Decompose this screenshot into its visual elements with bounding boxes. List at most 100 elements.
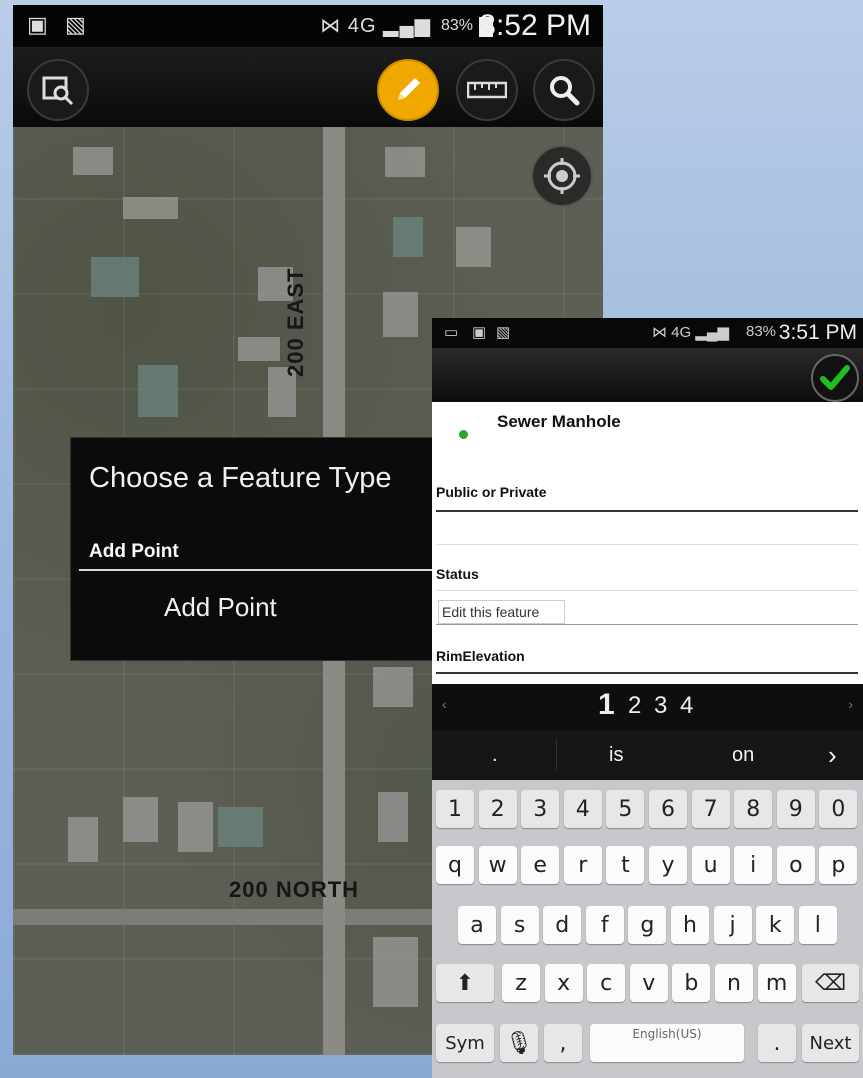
key-4[interactable]: 4: [563, 790, 602, 828]
building: [373, 667, 413, 707]
building: [393, 217, 423, 257]
key-y[interactable]: y: [649, 846, 687, 884]
key-0[interactable]: 0: [819, 790, 858, 828]
key-e[interactable]: e: [521, 846, 560, 884]
next-page-arrow[interactable]: ›: [848, 696, 853, 712]
key-q[interactable]: q: [436, 846, 474, 884]
key-s[interactable]: s: [500, 906, 539, 944]
status-bar: ▭ ▣ ▧ ⋈ 4G ▂▄▆ 83% 3:51 PM: [432, 318, 863, 348]
page-4[interactable]: 4: [680, 692, 693, 720]
crosshair-icon: [544, 158, 580, 194]
building: [218, 807, 263, 847]
building: [238, 337, 280, 361]
attribute-form: Sewer Manhole Public or Private Status E…: [432, 402, 863, 684]
field-divider: [436, 510, 858, 512]
prev-page-arrow[interactable]: ‹: [442, 696, 447, 712]
suggestion-2[interactable]: is: [609, 744, 623, 767]
field-label-rim-elevation: RimElevation: [436, 648, 525, 664]
key-2[interactable]: 2: [478, 790, 517, 828]
mic-icon[interactable]: 🎙: [500, 1024, 538, 1062]
building: [91, 257, 139, 297]
building: [73, 147, 113, 175]
key-g[interactable]: g: [628, 906, 667, 944]
action-bar: [432, 348, 863, 402]
key-v[interactable]: v: [629, 964, 668, 1002]
measure-button[interactable]: [456, 59, 518, 121]
building: [123, 197, 178, 219]
signal-icon: ⋈ 4G ▂▄▆: [652, 324, 730, 341]
space-key[interactable]: English(US): [590, 1024, 744, 1062]
clock: 3:51 PM: [778, 321, 857, 344]
map-search-button[interactable]: [27, 59, 89, 121]
building: [383, 292, 418, 337]
sym-key[interactable]: Sym: [436, 1024, 494, 1062]
locate-button[interactable]: [531, 145, 593, 207]
key-j[interactable]: j: [713, 906, 752, 944]
key-p[interactable]: p: [819, 846, 858, 884]
status-input[interactable]: Edit this feature: [438, 600, 565, 624]
suggestion-3[interactable]: on: [732, 744, 754, 767]
key-a[interactable]: a: [458, 906, 496, 944]
key-o[interactable]: o: [776, 846, 815, 884]
divider: [556, 740, 557, 770]
keyboard-page-bar: ‹ 1 2 3 4 ›: [432, 684, 863, 730]
key-5[interactable]: 5: [606, 790, 645, 828]
key-i[interactable]: i: [734, 846, 773, 884]
dialog-title: Choose a Feature Type: [89, 462, 392, 494]
key-r[interactable]: r: [563, 846, 602, 884]
save-feature-button[interactable]: [811, 354, 859, 402]
feature-symbol-icon: [459, 430, 468, 439]
clock: 3:52 PM: [479, 9, 591, 42]
field-label-public-private: Public or Private: [436, 484, 547, 500]
period-key[interactable]: .: [758, 1024, 796, 1062]
public-private-input[interactable]: [436, 544, 858, 545]
suggestion-1[interactable]: .: [492, 744, 498, 767]
key-d[interactable]: d: [543, 906, 582, 944]
key-1[interactable]: 1: [436, 790, 474, 828]
next-key[interactable]: Next: [802, 1024, 859, 1062]
map-search-icon: [42, 76, 74, 106]
field-divider: [436, 624, 858, 625]
map-toolbar: [13, 47, 603, 127]
image-notification-icon: ▣: [472, 324, 487, 341]
key-3[interactable]: 3: [521, 790, 560, 828]
key-b[interactable]: b: [672, 964, 711, 1002]
key-8[interactable]: 8: [734, 790, 773, 828]
search-icon: [550, 76, 580, 106]
pencil-icon: [398, 78, 420, 100]
key-t[interactable]: t: [606, 846, 645, 884]
key-k[interactable]: k: [756, 906, 795, 944]
backspace-key[interactable]: ⌫: [802, 964, 859, 1002]
rim-elevation-input[interactable]: [436, 672, 858, 674]
key-x[interactable]: x: [544, 964, 583, 1002]
key-c[interactable]: c: [587, 964, 626, 1002]
building: [68, 817, 98, 862]
voicemail-icon: ▭: [444, 324, 459, 341]
key-6[interactable]: 6: [649, 790, 687, 828]
key-f[interactable]: f: [585, 906, 624, 944]
expand-suggestions-icon[interactable]: ›: [828, 740, 837, 771]
search-button[interactable]: [533, 59, 595, 121]
key-l[interactable]: l: [798, 906, 837, 944]
key-z[interactable]: z: [502, 964, 540, 1002]
key-u[interactable]: u: [691, 846, 730, 884]
building: [138, 365, 178, 417]
gallery-notification-icon: ▧: [496, 324, 511, 341]
street-label-horizontal: 200 NORTH: [229, 877, 360, 902]
suggestion-bar: . is on ›: [432, 730, 863, 780]
ruler-icon: [467, 81, 507, 99]
key-w[interactable]: w: [478, 846, 517, 884]
key-9[interactable]: 9: [776, 790, 815, 828]
add-point-option[interactable]: Add Point: [164, 592, 277, 623]
edit-button[interactable]: [377, 59, 439, 121]
signal-icon: ⋈ 4G ▂▄▆: [320, 15, 431, 37]
page-1[interactable]: 1: [598, 688, 615, 722]
key-7[interactable]: 7: [691, 790, 730, 828]
comma-key[interactable]: ,: [544, 1024, 582, 1062]
page-2[interactable]: 2: [628, 692, 641, 720]
shift-key[interactable]: ⬆: [436, 964, 494, 1002]
key-m[interactable]: m: [757, 964, 796, 1002]
key-h[interactable]: h: [671, 906, 709, 944]
page-3[interactable]: 3: [654, 692, 667, 720]
key-n[interactable]: n: [715, 964, 753, 1002]
